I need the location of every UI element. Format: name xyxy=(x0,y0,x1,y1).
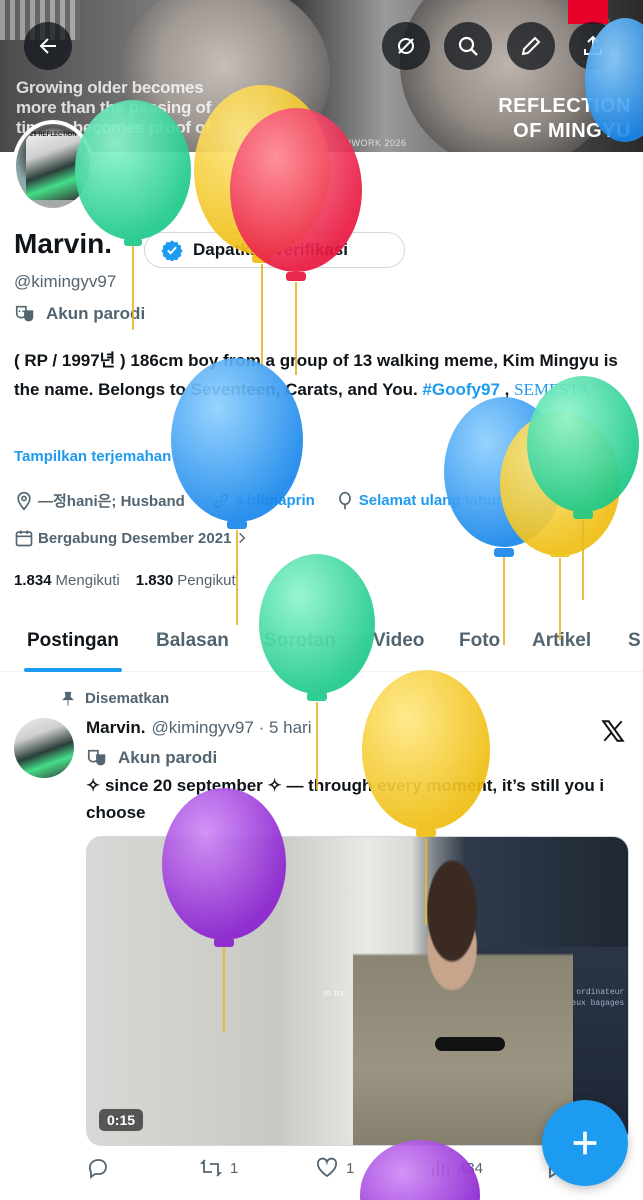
get-verified-label: Dapatkan verifikasi xyxy=(193,240,348,259)
tab-postingan[interactable]: Postingan xyxy=(24,610,122,672)
profile-banner[interactable]: Growing older becomes more than the pass… xyxy=(0,0,643,152)
birthday-text[interactable]: Selamat ulang tahun! xyxy=(359,492,511,509)
tab-sorotan[interactable]: Sorotan xyxy=(264,610,336,672)
profile-name: Marvin. xyxy=(14,228,113,259)
balloon-icon xyxy=(338,491,351,509)
show-translation-link[interactable]: Tampilkan terjemahan xyxy=(14,448,171,465)
balloon-yellow-2 xyxy=(500,412,620,640)
following-label: Mengikuti xyxy=(55,572,120,589)
parody-badge[interactable]: Akun parodi xyxy=(14,303,145,325)
profile-handle: @kimingyv97 xyxy=(14,272,117,291)
share-icon xyxy=(584,35,602,55)
bio-separator: , xyxy=(499,380,515,399)
link-icon xyxy=(213,493,228,508)
edit-icon xyxy=(521,36,541,56)
followers-count: 1.830 xyxy=(135,572,174,589)
heart-icon xyxy=(316,1157,338,1178)
banner-title-line1: REFLECTION xyxy=(498,95,631,117)
joined-date-text: Bergabung Desember 2021 xyxy=(38,529,232,547)
profile-bio: ( RP / 1997년 ) 186cm boy from a group of… xyxy=(14,346,624,404)
reply-button[interactable] xyxy=(86,1156,110,1180)
reply-icon xyxy=(88,1159,107,1179)
pin-icon xyxy=(62,691,74,706)
post-header: Marvin. @kimingyv97 · 5 hari xyxy=(86,718,312,738)
balloon-green-2 xyxy=(527,376,639,600)
avatar-text: 29 REFLECTION xyxy=(30,132,77,138)
banner-red-block xyxy=(568,0,608,24)
repost-count: 1 xyxy=(230,1159,239,1177)
video-subtitle: m tre xyxy=(323,987,346,999)
following-link[interactable]: 1.834 Mengikuti xyxy=(14,572,120,589)
balloon-green-3 xyxy=(259,554,375,790)
followers-label: Pengikut xyxy=(177,572,236,589)
post-parody-badge: Akun parodi xyxy=(86,747,217,769)
parody-label: Akun parodi xyxy=(46,304,146,323)
back-button[interactable] xyxy=(24,22,72,70)
arrow-left-icon xyxy=(39,38,56,54)
like-button[interactable]: 1 xyxy=(314,1156,354,1180)
edit-button[interactable] xyxy=(507,22,555,70)
post-menu-button[interactable] xyxy=(600,718,626,749)
banner-small-text: AL xyxy=(198,138,211,148)
verified-badge-icon xyxy=(161,240,183,261)
tab-foto[interactable]: Foto xyxy=(459,610,500,672)
post-time[interactable]: 5 hari xyxy=(269,718,312,737)
tab-artikel[interactable]: Artikel xyxy=(532,610,591,672)
post-text: ✧ since 20 september ✧ — through every m… xyxy=(86,776,605,822)
video-person xyxy=(353,857,573,1145)
post-avatar[interactable] xyxy=(14,718,74,778)
profile-tabs: Postingan Balasan Sorotan Video Foto Art… xyxy=(0,610,643,672)
views-button[interactable]: 434 xyxy=(428,1156,483,1180)
parody-mask-icon xyxy=(87,749,106,766)
follow-stats: 1.834 Mengikuti 1.830 Pengikut xyxy=(14,572,236,589)
profile-avatar[interactable]: 29 REFLECTION xyxy=(12,120,94,212)
share-button[interactable] xyxy=(569,22,617,70)
post-author-handle[interactable]: @kimingyv97 xyxy=(152,718,254,737)
profile-link[interactable]: s.id/maprin xyxy=(235,492,315,509)
banner-title-line2: OF MINGYU xyxy=(513,120,631,142)
chevron-right-icon xyxy=(239,532,246,544)
tab-balasan[interactable]: Balasan xyxy=(156,610,229,672)
location-text: —정hani은; Husband xyxy=(38,493,185,510)
post-video[interactable]: Ne connecter votre ordinateur bagages su… xyxy=(86,836,629,1146)
post-dot: · xyxy=(258,718,265,737)
following-count: 1.834 xyxy=(14,572,52,589)
video-sunglasses xyxy=(435,1037,505,1051)
followers-link[interactable]: 1.830 Pengikut xyxy=(136,572,236,589)
repost-icon xyxy=(199,1159,223,1177)
search-icon xyxy=(458,36,478,56)
views-chart-icon xyxy=(432,1161,449,1176)
tab-overflow[interactable]: S xyxy=(628,610,641,672)
repost-button[interactable]: 1 xyxy=(198,1156,238,1180)
pinned-indicator: Disematkan xyxy=(60,690,169,707)
post-author-name[interactable]: Marvin. xyxy=(86,718,146,737)
joined-date-row[interactable]: Bergabung Desember 2021 xyxy=(14,528,249,548)
search-button[interactable] xyxy=(444,22,492,70)
bio-semesta-link[interactable]: SEMESTA xyxy=(514,380,590,399)
pinned-label: Disematkan xyxy=(85,690,170,707)
mute-button[interactable] xyxy=(382,22,430,70)
no-sound-icon xyxy=(398,38,414,54)
post-parody-label: Akun parodi xyxy=(118,748,218,767)
plus-icon xyxy=(573,1131,597,1155)
x-logo-icon xyxy=(601,720,625,742)
banner-small-text-2: YUWORK 2026 xyxy=(338,138,407,148)
compose-button[interactable] xyxy=(542,1100,628,1186)
banner-text-right: REFLECTION OF MINGYU xyxy=(498,94,631,144)
balloon-blue-2 xyxy=(444,397,564,645)
profile-meta-row: —정hani은; Husband s.id/maprin Selamat ula… xyxy=(14,490,510,511)
avatar-image xyxy=(26,134,82,200)
calendar-icon xyxy=(15,530,33,547)
video-duration: 0:15 xyxy=(99,1109,144,1131)
location-icon xyxy=(17,491,31,511)
like-count: 1 xyxy=(346,1159,355,1177)
bio-hashtag-link[interactable]: #Goofy97 xyxy=(422,380,499,399)
tab-video[interactable]: Video xyxy=(373,610,424,672)
get-verified-button[interactable]: Dapatkan verifikasi xyxy=(144,232,405,268)
parody-mask-icon xyxy=(15,305,34,322)
views-count: 434 xyxy=(458,1159,484,1177)
